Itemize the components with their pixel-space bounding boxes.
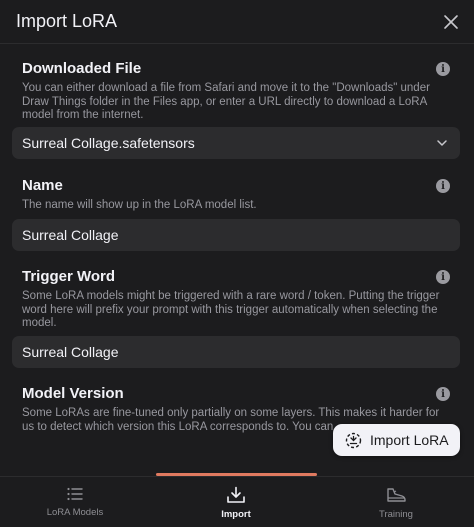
title-bar: Import LoRA (0, 0, 474, 44)
sneaker-icon (387, 488, 406, 502)
tab-label: Training (379, 509, 413, 520)
trigger-word-field[interactable]: Surreal Collage (12, 336, 460, 368)
model-version-header: Model Version (22, 385, 124, 402)
downloaded-file-description: You can either download a file from Safa… (22, 82, 430, 121)
close-icon (444, 15, 458, 29)
trigger-word-description: Some LoRA models might be triggered with… (22, 290, 440, 329)
chevron-down-icon (437, 140, 447, 146)
close-button[interactable] (440, 11, 462, 33)
tab-lora-models[interactable]: LoRA Models (15, 486, 135, 518)
list-icon (67, 487, 83, 501)
info-icon[interactable]: i (436, 270, 450, 284)
downloaded-file-header: Downloaded File (22, 60, 142, 77)
tab-label: LoRA Models (46, 507, 104, 518)
info-icon[interactable]: i (436, 62, 450, 76)
downloaded-file-value: Surreal Collage.safetensors (22, 135, 195, 151)
name-value: Surreal Collage (22, 227, 119, 243)
import-spinner-icon (345, 432, 362, 448)
tab-import[interactable]: Import (176, 486, 296, 520)
form-scroll-area[interactable]: Downloaded File i You can either downloa… (0, 45, 474, 475)
trigger-word-value: Surreal Collage (22, 344, 119, 360)
window-title: Import LoRA (16, 11, 118, 31)
name-header: Name (22, 177, 63, 194)
import-lora-button[interactable]: Import LoRA (333, 424, 460, 456)
downloaded-file-select[interactable]: Surreal Collage.safetensors (12, 127, 460, 159)
info-icon[interactable]: i (436, 387, 450, 401)
tab-label: Import (221, 509, 251, 520)
trigger-word-header: Trigger Word (22, 268, 116, 285)
name-description: The name will show up in the LoRA model … (22, 199, 257, 211)
info-icon[interactable]: i (436, 179, 450, 193)
import-lora-label: Import LoRA (370, 432, 449, 448)
download-tray-icon (227, 486, 245, 503)
tab-training[interactable]: Training (336, 486, 456, 520)
name-field[interactable]: Surreal Collage (12, 219, 460, 251)
